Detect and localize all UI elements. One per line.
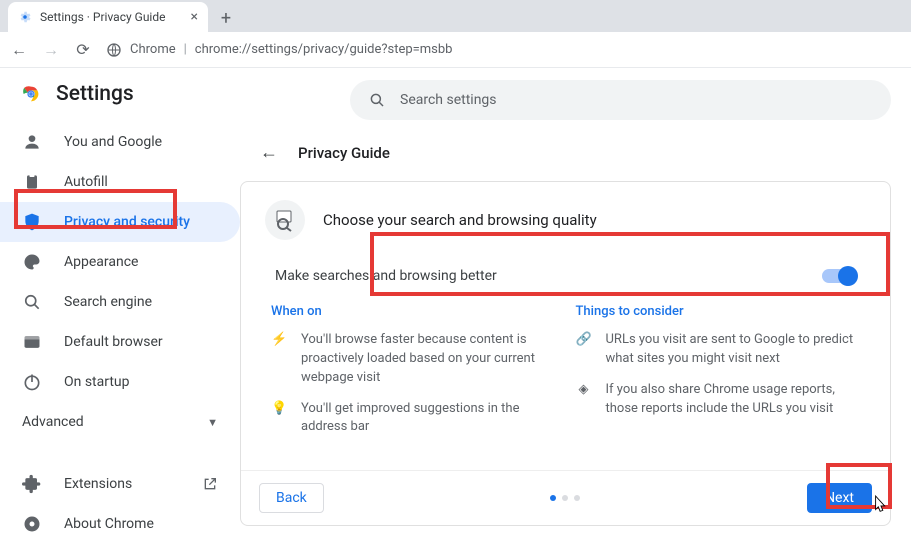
sidebar-advanced[interactable]: Advanced ▼ (0, 402, 240, 442)
back-icon[interactable]: ← (10, 40, 28, 60)
open-external-icon (202, 476, 218, 492)
browser-icon (22, 332, 42, 352)
sidebar-item-label: On startup (64, 374, 130, 390)
clipboard-icon (22, 172, 42, 192)
back-arrow-icon[interactable]: ← (260, 142, 278, 163)
reload-icon[interactable]: ⟳ (74, 40, 92, 59)
toggle-switch[interactable] (822, 269, 856, 283)
chrome-icon (22, 514, 42, 534)
search-quality-icon (265, 200, 305, 240)
step-dot (574, 495, 580, 501)
brand: Settings (0, 82, 240, 122)
when-on-item: 💡 You'll get improved suggestions in the… (271, 400, 556, 438)
sidebar-item-label: Privacy and security (64, 214, 190, 230)
shield-icon (22, 212, 42, 232)
sidebar-item-label: Default browser (64, 334, 163, 350)
diamond-icon: ◈ (576, 381, 592, 419)
power-icon (22, 372, 42, 392)
step-dot (562, 495, 568, 501)
chrome-logo-icon (20, 83, 42, 105)
sidebar-item-label: Search engine (64, 294, 152, 310)
browser-tab[interactable]: Settings · Privacy Guide × (8, 2, 208, 32)
bolt-icon: ⚡ (271, 331, 287, 388)
consider-item: ◈ If you also share Chrome usage reports… (576, 381, 861, 419)
card-title: Choose your search and browsing quality (323, 211, 597, 229)
forward-icon: → (42, 40, 60, 60)
setting-make-searches-better[interactable]: Make searches and browsing better (259, 254, 872, 298)
when-on-item: ⚡ You'll browse faster because content i… (271, 331, 556, 388)
sidebar-item-you-and-google[interactable]: You and Google (0, 122, 240, 162)
when-on-header: When on (271, 304, 556, 319)
card-footer: Back Next (241, 470, 890, 525)
when-on-column: When on ⚡ You'll browse faster because c… (271, 304, 556, 449)
tab-strip: Settings · Privacy Guide × + (0, 0, 911, 32)
sidebar-item-label: Appearance (64, 254, 138, 270)
breadcrumb-title: Privacy Guide (298, 144, 390, 162)
sidebar-item-extensions[interactable]: Extensions (0, 464, 240, 504)
sidebar-item-appearance[interactable]: Appearance (0, 242, 240, 282)
about-chrome-label: About Chrome (64, 516, 154, 532)
extensions-label: Extensions (64, 476, 132, 492)
chevron-down-icon: ▼ (207, 416, 218, 429)
cursor-icon (872, 494, 890, 516)
tab-title: Settings · Privacy Guide (40, 10, 165, 24)
step-indicator (324, 495, 807, 501)
search-icon (22, 292, 42, 312)
advanced-label: Advanced (22, 414, 84, 430)
palette-icon (22, 252, 42, 272)
address-bar[interactable]: Chrome | chrome://settings/privacy/guide… (106, 42, 901, 58)
extension-icon (22, 474, 42, 494)
new-tab-button[interactable]: + (212, 4, 240, 32)
main-content: Search settings ← Privacy Guide Choose y… (240, 68, 911, 526)
back-button[interactable]: Back (259, 483, 324, 513)
close-icon[interactable]: × (191, 9, 198, 25)
sidebar-item-privacy-security[interactable]: Privacy and security (0, 202, 240, 242)
browser-toolbar: ← → ⟳ Chrome | chrome://settings/privacy… (0, 32, 911, 68)
lightbulb-icon: 💡 (271, 400, 287, 438)
site-info-icon[interactable] (106, 42, 122, 58)
sidebar-item-label: You and Google (64, 134, 162, 150)
url-host: Chrome (130, 42, 176, 57)
setting-label: Make searches and browsing better (275, 268, 497, 284)
sidebar: Settings You and Google Autofill Privacy… (0, 68, 240, 526)
sidebar-item-search-engine[interactable]: Search engine (0, 282, 240, 322)
sidebar-item-default-browser[interactable]: Default browser (0, 322, 240, 362)
url-path: chrome://settings/privacy/guide?step=msb… (195, 42, 453, 57)
next-button[interactable]: Next (807, 483, 872, 513)
consider-column: Things to consider 🔗 URLs you visit are … (576, 304, 861, 449)
sidebar-item-autofill[interactable]: Autofill (0, 162, 240, 202)
consider-header: Things to consider (576, 304, 861, 319)
search-placeholder: Search settings (400, 92, 497, 108)
page-title: Settings (56, 82, 134, 106)
sidebar-item-about-chrome[interactable]: About Chrome (0, 504, 240, 544)
link-icon: 🔗 (576, 331, 592, 369)
person-icon (22, 132, 42, 152)
gear-icon (18, 10, 32, 24)
privacy-guide-card: Choose your search and browsing quality … (240, 181, 891, 526)
sidebar-item-label: Autofill (64, 174, 108, 190)
sidebar-item-on-startup[interactable]: On startup (0, 362, 240, 402)
search-icon (368, 91, 386, 109)
breadcrumb: ← Privacy Guide (260, 142, 891, 163)
step-dot (550, 495, 556, 501)
search-input[interactable]: Search settings (350, 80, 891, 120)
consider-item: 🔗 URLs you visit are sent to Google to p… (576, 331, 861, 369)
